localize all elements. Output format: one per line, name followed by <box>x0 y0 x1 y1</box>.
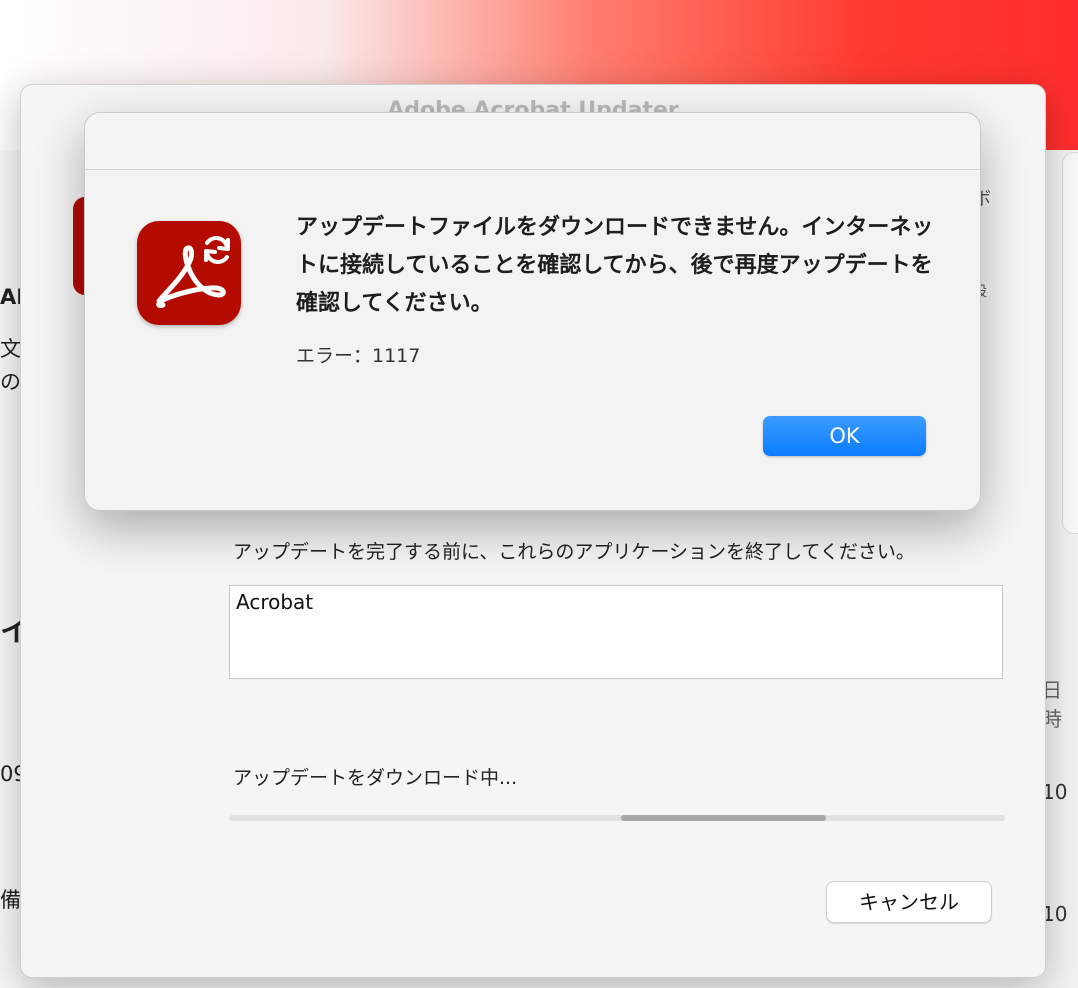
background-card <box>1062 152 1078 534</box>
alert-message: アップデートファイルをダウンロードできません。インターネットに接続していることを… <box>296 215 934 316</box>
error-alert-dialog: アップデートファイルをダウンロードできません。インターネットに接続していることを… <box>84 112 981 511</box>
running-apps-list[interactable]: Acrobat <box>229 585 1003 679</box>
acrobat-update-icon <box>137 221 241 325</box>
progress-indeterminate-indicator <box>621 815 826 821</box>
download-progress-bar <box>229 815 1005 821</box>
ok-button[interactable]: OK <box>763 416 926 456</box>
close-apps-instruction: アップデートを完了する前に、これらのアプリケーションを終了してください。 <box>233 541 915 563</box>
background-app-left-edge <box>0 150 22 988</box>
cancel-button[interactable]: キャンセル <box>826 881 992 923</box>
bg-fragment: 備 <box>0 888 21 912</box>
list-item[interactable]: Acrobat <box>236 590 313 614</box>
error-code: エラー：1117 <box>296 345 421 367</box>
alert-title-area <box>85 113 980 170</box>
progress-status: アップデートをダウンロード中... <box>233 767 518 789</box>
bg-fragment: 日時 <box>1042 678 1062 731</box>
